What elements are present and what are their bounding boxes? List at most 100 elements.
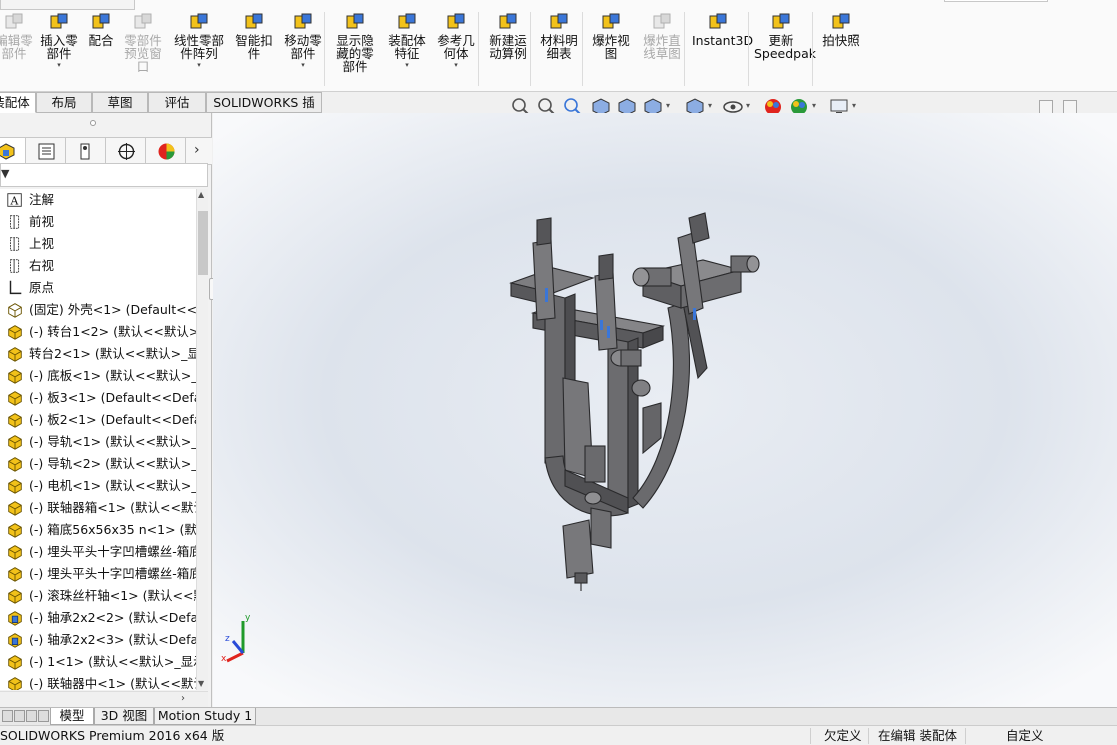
bottom-tab-0[interactable]: 模型: [50, 708, 94, 725]
chevron-down-icon[interactable]: ▾: [708, 101, 712, 110]
feature-tree-item-label: 右视: [29, 258, 55, 273]
update-speedpak-icon: [770, 12, 792, 32]
part-icon: [6, 367, 24, 385]
scroll-thumb[interactable]: [198, 211, 208, 275]
feature-tree-vertical-scrollbar[interactable]: ▲ ▼: [196, 189, 208, 690]
definition-status: 欠定义: [824, 728, 862, 743]
command-tab-3[interactable]: 评估: [148, 92, 206, 113]
chevron-down-icon[interactable]: ▾: [852, 101, 856, 110]
ribbon-button-reference-geometry[interactable]: 参考几 何体 ▾: [434, 12, 478, 70]
ribbon-button-insert-components[interactable]: 插入零 部件 ▾: [36, 12, 82, 70]
feature-tree-item[interactable]: (-) 箱底56x56x35 n<1> (默认: [0, 519, 196, 541]
ribbon-button-new-motion-study[interactable]: 新建运 动算例: [486, 12, 530, 60]
ribbon-button-mate[interactable]: 配合: [84, 12, 118, 47]
chevron-down-icon[interactable]: ▾: [385, 61, 429, 70]
command-tab-0[interactable]: 装配体: [0, 92, 36, 113]
feature-tree-item[interactable]: (-) 导轨<1> (默认<<默认>_显: [0, 431, 196, 453]
last-tab-icon[interactable]: [38, 710, 49, 722]
feature-tree-item[interactable]: (-) 转台1<2> (默认<<默认>_显: [0, 321, 196, 343]
prev-tab-icon[interactable]: [14, 710, 25, 722]
feature-tree-item[interactable]: (-) 滚珠丝杆轴<1> (默认<<默: [0, 585, 196, 607]
feature-tree-item[interactable]: (-) 1<1> (默认<<默认>_显示状: [0, 651, 196, 673]
chevron-down-icon[interactable]: ▾: [812, 101, 816, 110]
configurationmanager-icon[interactable]: [67, 138, 106, 165]
feature-tree-item-label: (-) 导轨<1> (默认<<默认>_显: [29, 434, 196, 449]
ribbon-separator: [582, 12, 583, 86]
next-tab-icon[interactable]: [26, 710, 37, 722]
feature-tree-item[interactable]: (-) 轴承2x2<2> (默认<Default: [0, 607, 196, 629]
part-icon: [6, 389, 24, 407]
displaymanager-icon[interactable]: [147, 138, 186, 165]
ribbon-button-assembly-features[interactable]: 装配体 特征 ▾: [385, 12, 429, 70]
ribbon-button-explode-line-sketch[interactable]: 爆炸直 线草图: [640, 12, 684, 60]
feature-tree-item[interactable]: 右视: [0, 255, 196, 277]
feature-tree-item-label: (-) 转台1<2> (默认<<默认>_显: [29, 324, 196, 339]
feature-tree-item[interactable]: (-) 联轴器箱<1> (默认<<默认: [0, 497, 196, 519]
feature-tree-item-label: (-) 电机<1> (默认<<默认>_显: [29, 478, 196, 493]
scroll-up-icon[interactable]: ▲: [198, 190, 204, 199]
feature-tree-item[interactable]: (-) 联轴器中<1> (默认<<默认: [0, 673, 196, 690]
ribbon-button-label: 插入零 部件: [40, 33, 78, 61]
feature-tree-item[interactable]: (固定) 外壳<1> (Default<<De: [0, 299, 196, 321]
feature-tree-item[interactable]: 原点: [0, 277, 196, 299]
ribbon-button-snapshot[interactable]: 拍快照: [818, 12, 864, 47]
feature-tree-item[interactable]: (-) 底板<1> (默认<<默认>_显: [0, 365, 196, 387]
first-tab-icon[interactable]: [2, 710, 13, 722]
origin-icon: [6, 279, 24, 297]
feature-tree-item[interactable]: (-) 埋头平头十字凹槽螺丝-箱底: [0, 563, 196, 585]
ribbon-button-instant3d[interactable]: Instant3D: [692, 12, 753, 47]
chevron-down-icon[interactable]: ▾: [666, 101, 670, 110]
chevron-down-icon[interactable]: ▾: [170, 61, 228, 70]
feature-tree-item[interactable]: (-) 板3<1> (Default<<Defaul: [0, 387, 196, 409]
manager-tabs-next-icon[interactable]: ›: [194, 142, 200, 158]
feature-tree-item[interactable]: (-) 导轨<2> (默认<<默认>_显: [0, 453, 196, 475]
ribbon-button-bill-of-materials[interactable]: 材料明 细表: [537, 12, 581, 60]
annotations-icon: A: [6, 191, 24, 209]
axis-x-label: x: [221, 654, 227, 664]
feature-tree-item[interactable]: 转台2<1> (默认<<默认>_显示: [0, 343, 196, 365]
ribbon-button-smart-fasteners[interactable]: 智能扣 件: [232, 12, 276, 60]
ribbon-button-component-preview[interactable]: 零部件 预览窗 口: [120, 12, 166, 73]
chevron-down-icon[interactable]: ▾: [280, 61, 326, 70]
chevron-down-icon[interactable]: ▾: [36, 61, 82, 70]
feature-tree-item[interactable]: (-) 轴承2x2<3> (默认<Default: [0, 629, 196, 651]
bottom-tab-1[interactable]: 3D 视图: [94, 708, 154, 725]
bill-of-materials-icon: [548, 12, 570, 32]
feature-tree-item[interactable]: 上视: [0, 233, 196, 255]
units-selector[interactable]: 自定义: [1006, 728, 1044, 744]
command-tab-1[interactable]: 布局: [36, 92, 92, 113]
feature-tree-item[interactable]: 前视: [0, 211, 196, 233]
feature-tree-item[interactable]: (-) 埋头平头十字凹槽螺丝-箱底: [0, 541, 196, 563]
status-separator: [868, 728, 869, 744]
command-tab-4[interactable]: SOLIDWORKS 插件: [206, 92, 322, 129]
ribbon-button-update-speedpak[interactable]: 更新 Speedpak: [754, 12, 816, 60]
feature-tree-item[interactable]: (-) 板2<1> (Default<<Defaul: [0, 409, 196, 431]
dimxpertmanager-icon[interactable]: [107, 138, 146, 165]
axis-y-label: y: [245, 613, 251, 623]
scroll-down-icon[interactable]: ▼: [198, 679, 204, 688]
command-tab-2[interactable]: 草图: [92, 92, 148, 113]
ribbon-button-label: 显示隐 藏的零 部件: [336, 33, 374, 74]
ribbon-button-move-component[interactable]: 移动零 部件 ▾: [280, 12, 326, 70]
restore-viewport-button[interactable]: [1039, 100, 1053, 114]
chevron-down-icon[interactable]: ▾: [746, 101, 750, 110]
ribbon-separator: [478, 12, 479, 86]
ribbon-button-edit-component[interactable]: 编辑零 部件: [0, 12, 36, 60]
feature-tree-item[interactable]: A 注解: [0, 189, 196, 211]
ribbon-button-show-hidden[interactable]: 显示隐 藏的零 部件: [332, 12, 378, 73]
graphics-area[interactable]: y x z: [213, 113, 1117, 709]
feature-tree-horizontal-scrollbar[interactable]: ›: [0, 691, 208, 707]
chevron-down-icon[interactable]: ▾: [434, 61, 478, 70]
feature-tree-filter[interactable]: ▼: [0, 163, 208, 187]
plane-icon: [6, 235, 24, 253]
ribbon-button-exploded-view[interactable]: 爆炸视 图: [589, 12, 633, 60]
ribbon-button-linear-pattern[interactable]: 线性零部 件阵列 ▾: [170, 12, 228, 70]
propertymanager-icon[interactable]: [27, 138, 66, 165]
maximize-viewport-button[interactable]: [1063, 100, 1077, 114]
scroll-right-icon[interactable]: ›: [181, 693, 185, 704]
feature-tree-item[interactable]: (-) 电机<1> (默认<<默认>_显: [0, 475, 196, 497]
panel-grip-handle[interactable]: [90, 120, 96, 126]
bottom-tab-2[interactable]: Motion Study 1: [154, 708, 256, 725]
robot-assembly-model[interactable]: [493, 208, 793, 593]
featuremanager-icon[interactable]: [0, 138, 26, 165]
